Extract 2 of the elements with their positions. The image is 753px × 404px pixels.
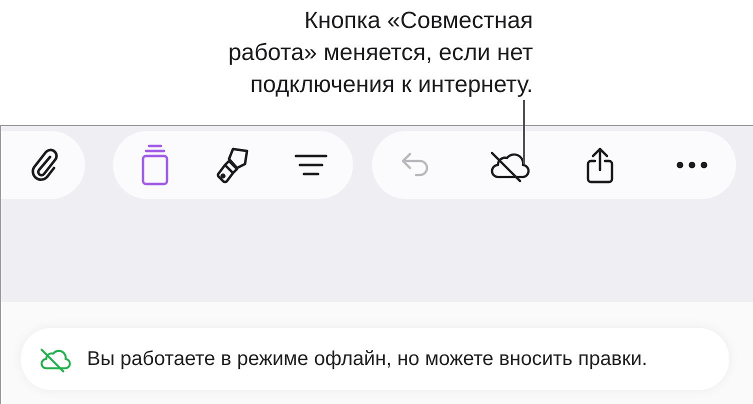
callout-text: Кнопка «Совместная работа» меняется, если нет подключения к интернету. <box>228 6 533 99</box>
offline-message: Вы работаете в режиме офлайн, но можете вносить правки. <box>87 348 648 370</box>
